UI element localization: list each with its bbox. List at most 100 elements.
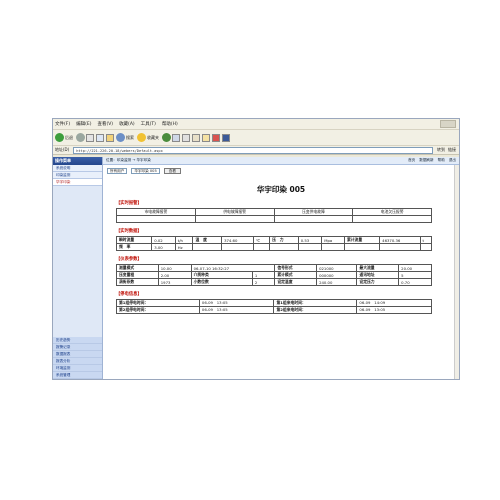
menu-help[interactable]: 帮助(H) (162, 121, 178, 127)
sidebar-item-alarm-log[interactable]: 报警记录 (53, 344, 102, 351)
back-arrow-icon (55, 133, 64, 142)
vertical-scrollbar[interactable] (454, 165, 459, 379)
table-cell (379, 243, 421, 251)
table-cell (273, 215, 354, 223)
search-button[interactable]: 搜索 (116, 133, 134, 142)
table-cell: ℃ (252, 236, 271, 244)
sidebar-item-environment[interactable]: 环境监测 (53, 365, 102, 372)
page-tools: 首页 数据刷新 帮助 退出 (404, 158, 456, 163)
favorites-label: 收藏夹 (147, 134, 159, 140)
sidebar-item-reports[interactable]: 数据报表 (53, 351, 102, 358)
menu-tools[interactable]: 工具(T) (141, 121, 156, 127)
sidebar-item-history[interactable]: 历史趋势 (53, 337, 102, 344)
go-button[interactable]: 转到 (437, 147, 445, 153)
sidebar-item-huayu[interactable]: 华宇印染 (53, 179, 102, 186)
print-icon[interactable] (182, 133, 190, 142)
stop-icon[interactable] (86, 133, 94, 142)
address-input[interactable]: http://221.226.20.18/webers/Default.aspx (73, 146, 433, 154)
refresh-link[interactable]: 数据刷新 (419, 158, 433, 163)
table-cell: 06-09 13:05 (198, 299, 275, 307)
table-row: 频 率 3.00 Hz (115, 243, 433, 251)
table-cell: Hz (174, 243, 194, 251)
table-cell: 000000 (316, 271, 358, 279)
table-cell: t (419, 236, 433, 244)
menu-view[interactable]: 查看(V) (97, 121, 113, 127)
page-title: 华宇印染 005 (256, 185, 306, 194)
toolbar-extra-icon[interactable] (212, 133, 220, 142)
table-cell: Mpa (321, 236, 345, 244)
user-select[interactable]: 所有用户 (107, 167, 128, 174)
menu-file[interactable]: 文件(F) (55, 121, 70, 127)
table-cell (192, 243, 223, 251)
table-cell: 021000 (316, 264, 358, 272)
table-cell: 压变量程 (116, 271, 159, 279)
section-alarm-title: 【实时报警】 (116, 201, 142, 206)
table-cell: 06-09 13:05 (198, 306, 275, 314)
table-cell: 第2组来电时间： (273, 306, 358, 314)
mail-icon[interactable] (172, 133, 180, 142)
menu-favorites[interactable]: 收藏(A) (119, 121, 135, 127)
menu-edit[interactable]: 编辑(E) (76, 121, 91, 127)
table-row: 第2组停电时间： 06-09 13:05 第2组来电时间： 06-09 13:0… (116, 306, 432, 314)
table-cell: 瞬时流量 (115, 236, 153, 244)
sidebar-item-admin[interactable]: 系统管理 (53, 372, 102, 379)
table-cell: 0.53 (297, 236, 323, 244)
table-cell: 温 度 (192, 236, 223, 244)
windows-logo-icon (440, 120, 456, 128)
star-icon (137, 133, 146, 142)
table-cell: 累计流量 (343, 236, 381, 244)
sidebar-item-system[interactable]: 系统说明 (53, 165, 102, 172)
refresh-icon[interactable] (96, 133, 104, 142)
table-cell: 压变供电故障 (273, 208, 354, 216)
table-cell (321, 243, 345, 251)
table-cell: 第1组停电时间： (116, 299, 200, 307)
folder-icon[interactable] (202, 133, 210, 142)
browser-window: 文件(F) 编辑(E) 查看(V) 收藏(A) 工具(T) 帮助(H) 后退 搜… (52, 118, 460, 380)
menu-bar: 文件(F) 编辑(E) 查看(V) 收藏(A) 工具(T) 帮助(H) (53, 119, 459, 130)
help-link[interactable]: 帮助 (438, 158, 445, 163)
table-cell: 0.70 (398, 278, 432, 286)
home-icon[interactable] (106, 133, 114, 142)
table-cell: 240.00 (316, 278, 358, 286)
alarm-table: 市电故障报警 供电故障报警 压变供电故障 电池欠压报警 (116, 208, 432, 223)
home-link[interactable]: 首页 (408, 158, 415, 163)
power-table: 第1组停电时间： 06-09 13:05 第1组来电时间： 06-09 14:0… (116, 299, 432, 314)
table-cell (343, 243, 381, 251)
table-cell: 06-09 13:05 (356, 306, 432, 314)
search-label: 搜索 (126, 134, 134, 140)
table-cell: 最大流量 (356, 264, 400, 272)
table-cell (221, 243, 254, 251)
table-cell: 1973 (157, 278, 192, 286)
table-cell: 5 (398, 271, 432, 279)
site-select[interactable]: 华宇印染 005 (131, 167, 160, 174)
table-cell: 设定压力 (356, 278, 400, 286)
links-button[interactable]: 链接 (448, 147, 456, 153)
table-cell: 信号形式 (274, 264, 318, 272)
history-icon[interactable] (162, 133, 171, 142)
messenger-icon[interactable] (222, 133, 230, 142)
table-cell: 2.00 (157, 271, 192, 279)
edit-icon[interactable] (192, 133, 200, 142)
table-cell: 市电故障报警 (116, 208, 196, 216)
browser-toolbar: 后退 搜索 收藏夹 (53, 130, 459, 146)
table-row (116, 215, 432, 223)
favorites-button[interactable]: 收藏夹 (137, 133, 159, 142)
table-row: 市电故障报警 供电故障报警 压变供电故障 电池欠压报警 (116, 208, 432, 216)
table-cell: 累计模式 (274, 271, 318, 279)
back-button[interactable]: 后退 (55, 133, 73, 142)
table-row: 涡街系数 1973 小数位数 2 设定温度 240.00 设定压力 0.70 (116, 278, 432, 286)
sidebar-item-analysis[interactable]: 报表分析 (53, 358, 102, 365)
table-cell: 0.02 (151, 236, 176, 244)
table-cell: 374.60 (221, 236, 254, 244)
table-cell: 供电故障报警 (194, 208, 275, 216)
table-cell: 20.00 (398, 264, 432, 272)
sidebar-item-monitor[interactable]: 印染监测 (53, 172, 102, 179)
forward-arrow-icon[interactable] (76, 133, 85, 142)
search-icon (116, 133, 125, 142)
table-cell: 第2组停电时间： (116, 306, 200, 314)
query-button[interactable]: 查看 (163, 167, 181, 174)
realtime-table: 瞬时流量 0.02 t/h 温 度 374.60 ℃ 压 力 0.53 Mpa … (115, 236, 433, 251)
table-cell: 1 (251, 271, 276, 279)
table-cell: 频 率 (115, 243, 153, 251)
exit-link[interactable]: 退出 (449, 158, 456, 163)
